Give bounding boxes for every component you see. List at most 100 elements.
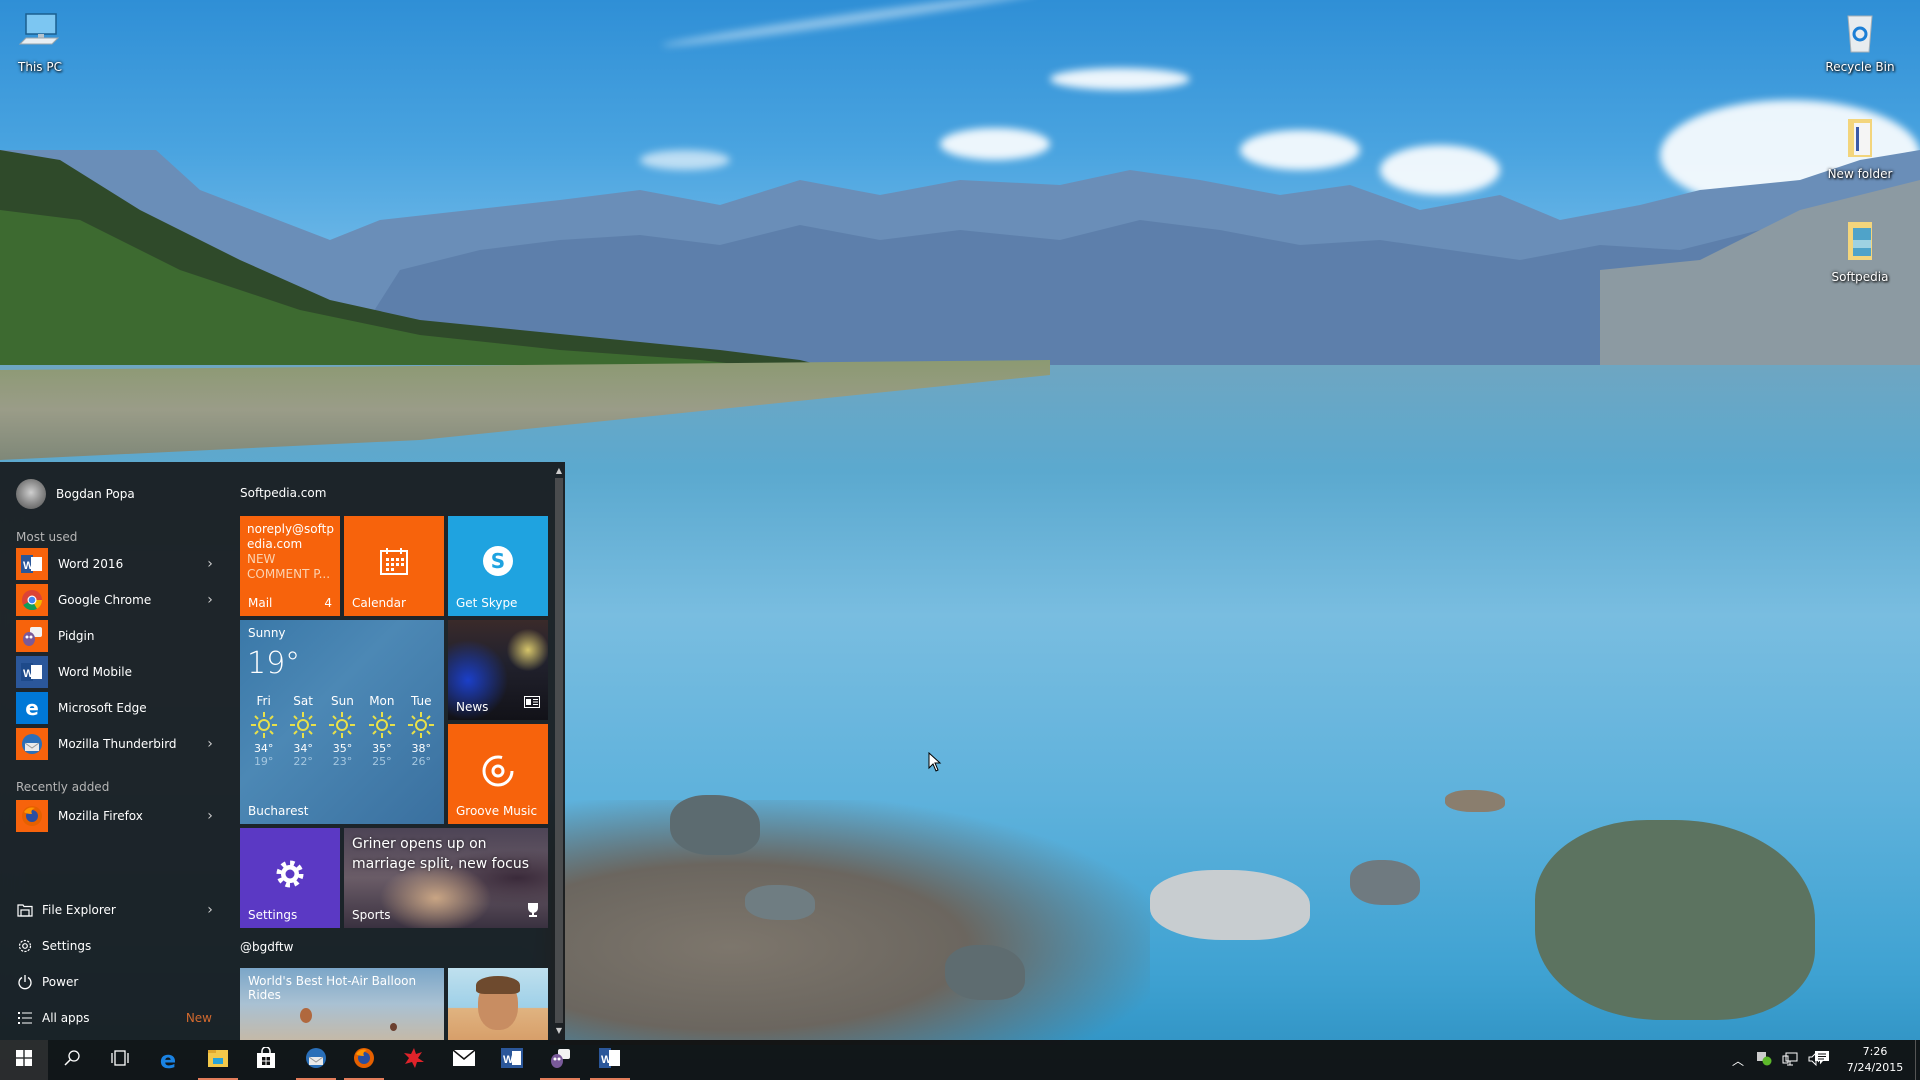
groove-music-icon (481, 754, 515, 792)
edge-button[interactable]: e (144, 1040, 192, 1080)
forecast-high: 34° (253, 742, 274, 755)
tile-label: News (456, 700, 489, 714)
wallpaper-rock (1535, 820, 1815, 1020)
sun-icon (245, 708, 283, 742)
desktop-icon-this-pc[interactable]: This PC (0, 8, 80, 74)
word-button[interactable]: W (488, 1040, 536, 1080)
action-center-button[interactable] (1814, 1050, 1830, 1070)
edge-icon: e (16, 692, 48, 724)
tiles-scrollbar[interactable]: ▲ ▼ (555, 466, 563, 1036)
search-icon (64, 1050, 80, 1070)
app-label: Mozilla Firefox (58, 809, 143, 823)
app-item-word-mobile[interactable]: W Word Mobile (16, 656, 216, 688)
tile-weather[interactable]: Sunny 19° Fri 34° 19° Sat 34° 22° Sun 35… (240, 620, 444, 824)
gear-icon (274, 858, 306, 894)
forecast-high: 38° (411, 742, 432, 755)
tile-group-label[interactable]: @bgdftw (240, 940, 293, 954)
desktop-icon-softpedia[interactable]: Softpedia (1820, 218, 1900, 284)
forecast-day: Fri 34° 19° (245, 694, 283, 768)
chevron-right-icon[interactable]: › (204, 592, 216, 608)
sun-icon (402, 708, 440, 742)
forecast-day: Sat 34° 22° (284, 694, 322, 768)
tile-people[interactable] (448, 968, 548, 1040)
file-explorer-button[interactable] (194, 1040, 242, 1080)
app-item-mozilla-thunderbird[interactable]: Mozilla Thunderbird › (16, 728, 216, 760)
chevron-right-icon[interactable]: › (204, 556, 216, 572)
pidgin-button[interactable] (536, 1040, 584, 1080)
network-icon (1782, 1051, 1798, 1070)
show-hidden-icons-button[interactable]: ︿ (1728, 1040, 1748, 1080)
tile-settings[interactable]: Settings (240, 828, 340, 928)
svg-text:W: W (601, 1054, 612, 1066)
recently-added-label: Recently added (16, 780, 110, 794)
power-button[interactable]: Power (16, 970, 216, 994)
network-button[interactable] (1778, 1040, 1802, 1080)
forecast-high: 35° (372, 742, 392, 755)
desktop-icon-recycle-bin[interactable]: Recycle Bin (1820, 8, 1900, 74)
chevron-right-icon[interactable]: › (204, 736, 216, 752)
scroll-down-icon[interactable]: ▼ (555, 1026, 563, 1036)
tile-sports[interactable]: Griner opens up on marriage split, new f… (344, 828, 548, 928)
app-item-microsoft-edge[interactable]: e Microsoft Edge (16, 692, 216, 724)
search-button[interactable] (48, 1040, 96, 1080)
all-apps-button[interactable]: All apps New (16, 1006, 216, 1030)
desktop-icon-new-folder[interactable]: New folder (1820, 115, 1900, 181)
user-account-button[interactable]: Bogdan Popa (16, 478, 135, 510)
store-button[interactable] (242, 1040, 290, 1080)
tile-calendar[interactable]: Calendar (344, 516, 444, 616)
wallpaper-rock (1150, 870, 1310, 940)
tile-group-label[interactable]: Softpedia.com (240, 486, 326, 500)
app-item-google-chrome[interactable]: Google Chrome › (16, 584, 216, 616)
user-name: Bogdan Popa (56, 487, 135, 501)
tray-sync-icon-button[interactable] (1752, 1040, 1776, 1080)
show-desktop-button[interactable] (1915, 1040, 1920, 1080)
file-explorer-icon (16, 901, 34, 919)
softpedia-button[interactable] (390, 1040, 438, 1080)
tile-news[interactable]: News (448, 620, 548, 720)
start-button[interactable] (0, 1040, 48, 1080)
clock-button[interactable]: 7:26 7/24/2015 (1840, 1044, 1910, 1076)
app-item-word-2016[interactable]: W Word 2016 › (16, 548, 216, 580)
power-label: Power (42, 975, 79, 989)
tile-get-skype[interactable]: S Get Skype (448, 516, 548, 616)
word-icon: W (599, 1048, 621, 1072)
tile-mail[interactable]: noreply@softpedia.com NEW COMMENT P... M… (240, 516, 340, 616)
app-label: Mozilla Thunderbird (58, 737, 177, 751)
thunderbird-button[interactable] (292, 1040, 340, 1080)
app-label: Pidgin (58, 629, 95, 643)
wallpaper-rock (670, 795, 760, 855)
word-mobile-button[interactable]: W (586, 1040, 634, 1080)
clock-time: 7:26 (1862, 1045, 1888, 1058)
svg-text:S: S (491, 549, 505, 573)
windows-logo-icon (16, 1050, 32, 1070)
app-label: Word 2016 (58, 557, 124, 571)
sports-headline: Griner opens up on marriage split, new f… (352, 836, 529, 872)
scroll-up-icon[interactable]: ▲ (555, 466, 563, 476)
wallpaper-rock (745, 885, 815, 920)
file-explorer-button[interactable]: File Explorer › (16, 898, 216, 922)
list-icon (16, 1009, 34, 1027)
word-icon: W (501, 1048, 523, 1072)
tile-groove-music[interactable]: Groove Music (448, 724, 548, 824)
mail-preview: noreply@softpedia.com NEW COMMENT P... (247, 522, 337, 582)
chevron-right-icon[interactable]: › (204, 902, 216, 918)
firefox-button[interactable] (340, 1040, 388, 1080)
scrollbar-thumb[interactable] (555, 478, 563, 1023)
tile-travel[interactable]: World's Best Hot-Air Balloon Rides (240, 968, 444, 1040)
all-apps-label: All apps (42, 1011, 90, 1025)
settings-button[interactable]: Settings (16, 934, 216, 958)
wallpaper-rock (1350, 860, 1420, 905)
chevron-right-icon[interactable]: › (204, 808, 216, 824)
mail-button[interactable] (440, 1040, 488, 1080)
sun-icon (363, 708, 401, 742)
app-item-mozilla-firefox[interactable]: Mozilla Firefox › (16, 800, 216, 832)
app-item-pidgin[interactable]: Pidgin (16, 620, 216, 652)
word-icon: W (16, 548, 48, 580)
forecast-day: Mon 35° 25° (363, 694, 401, 768)
desktop-icon-label: New folder (1827, 167, 1893, 181)
task-view-button[interactable] (96, 1040, 144, 1080)
wallpaper-rock (945, 945, 1025, 1000)
recycle-bin-icon (1836, 8, 1884, 56)
mouse-cursor-icon (928, 751, 942, 776)
forecast-day-name: Sun (331, 694, 354, 708)
